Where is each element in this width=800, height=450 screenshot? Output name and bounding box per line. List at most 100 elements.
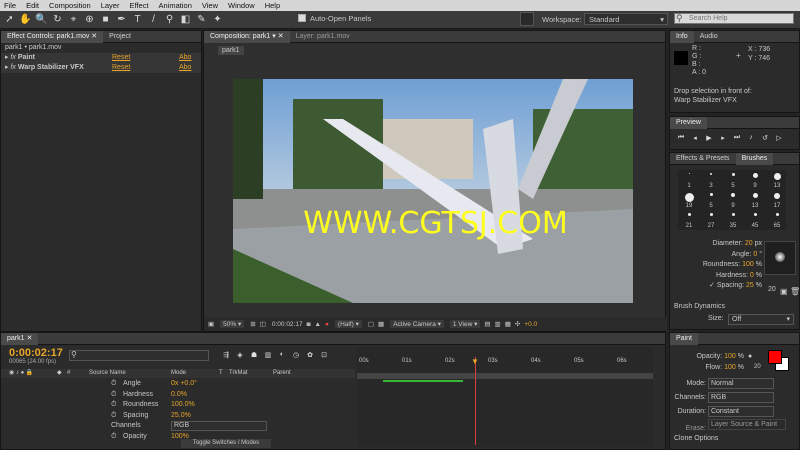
- opacity-row[interactable]: Opacity: 100 %: [674, 351, 744, 362]
- tab-layer[interactable]: Layer: park1.mov: [290, 31, 356, 43]
- rectangle-tool-icon[interactable]: ■: [99, 13, 112, 26]
- tab-info[interactable]: Info: [670, 30, 694, 43]
- video-frame[interactable]: [233, 79, 633, 303]
- diameter-value[interactable]: 20: [745, 240, 753, 247]
- tab-preview[interactable]: Preview: [670, 116, 707, 129]
- current-time-indicator[interactable]: [475, 357, 476, 445]
- pen-tool-icon[interactable]: ✒: [115, 13, 128, 26]
- play-icon[interactable]: ▶: [704, 134, 714, 142]
- duration-dropdown[interactable]: Constant: [707, 406, 774, 417]
- prev-frame-icon[interactable]: ◂: [690, 134, 700, 142]
- search-help-input[interactable]: [674, 13, 794, 24]
- camera-tool-icon[interactable]: ⌖: [67, 13, 80, 26]
- flow-row[interactable]: Flow: 100 %: [674, 362, 744, 373]
- brush-preset[interactable]: 3: [700, 170, 722, 190]
- col-t[interactable]: T: [219, 369, 223, 378]
- spacing-row[interactable]: ✓ Spacing: 25 %: [674, 281, 762, 292]
- property-row[interactable]: Channels RGB: [1, 421, 355, 432]
- angle-row[interactable]: Angle: 0 °: [674, 250, 762, 261]
- roundness-value[interactable]: 100: [742, 261, 754, 268]
- fx-icon[interactable]: fx: [10, 64, 15, 71]
- tab-effect-controls[interactable]: Effect Controls: park1.mov ✕: [1, 30, 104, 43]
- stopwatch-icon[interactable]: ⏱: [111, 432, 116, 442]
- tab-composition[interactable]: Composition: park1 ▾ ✕: [204, 30, 290, 43]
- audio-icon[interactable]: ♪: [746, 134, 756, 142]
- timeline-timecode[interactable]: 0:00:02:17: [9, 347, 63, 359]
- selection-tool-icon[interactable]: ➚: [3, 13, 16, 26]
- brush-preset[interactable]: 9: [744, 170, 766, 190]
- brush-preset[interactable]: 35: [722, 210, 744, 230]
- menu-item-file[interactable]: File: [4, 1, 16, 10]
- tab-timeline[interactable]: park1 ✕: [1, 332, 39, 345]
- auto-open-checkbox[interactable]: [298, 14, 306, 22]
- camera-dropdown[interactable]: Active Camera ▾: [390, 320, 444, 328]
- brush-tool-icon[interactable]: /: [147, 13, 160, 26]
- property-row[interactable]: ⏱ Angle 0x +0.0°: [1, 379, 355, 390]
- zoom-tool-icon[interactable]: 🔍: [35, 13, 48, 26]
- mask-icon[interactable]: ◫: [260, 320, 266, 328]
- tab-project[interactable]: Project: [103, 31, 137, 43]
- brush-preset[interactable]: 21: [678, 210, 700, 230]
- property-value[interactable]: 100.0%: [171, 400, 195, 410]
- motion-blur-icon[interactable]: ◐: [277, 351, 287, 359]
- flowchart-icon[interactable]: ✣: [515, 320, 520, 328]
- show-snapshot-icon[interactable]: ▲: [315, 321, 321, 328]
- grid-icon[interactable]: ⊞: [250, 320, 255, 328]
- timecode-display[interactable]: 0:00:02:17: [272, 321, 303, 328]
- brush-preset[interactable]: 1: [678, 170, 700, 190]
- fast-preview-icon[interactable]: ▥: [495, 320, 501, 328]
- pan-behind-tool-icon[interactable]: ⊕: [83, 13, 96, 26]
- angle-value[interactable]: 0: [753, 251, 757, 258]
- workspace-icon[interactable]: [520, 12, 534, 26]
- stopwatch-icon[interactable]: ⏱: [111, 379, 116, 389]
- menu-item-animation[interactable]: Animation: [159, 1, 192, 10]
- stopwatch-icon[interactable]: ⏱: [111, 390, 116, 400]
- property-row[interactable]: ⏱ Roundness 100.0%: [1, 400, 355, 411]
- roundness-row[interactable]: Roundness: 100 %: [674, 260, 762, 271]
- comp-subtab[interactable]: park1: [218, 46, 244, 55]
- roto-brush-tool-icon[interactable]: ✎: [195, 13, 208, 26]
- menu-item-view[interactable]: View: [202, 1, 218, 10]
- stopwatch-icon[interactable]: ⏱: [111, 400, 116, 410]
- last-frame-icon[interactable]: ⏭: [732, 134, 742, 142]
- expand-arrow-icon[interactable]: ▸: [5, 54, 9, 61]
- flow-value[interactable]: 100: [724, 364, 736, 371]
- col-mode[interactable]: Mode: [171, 369, 186, 378]
- property-row[interactable]: ⏱ Opacity 100%: [1, 432, 355, 443]
- fx-icon[interactable]: fx: [10, 54, 15, 61]
- effect-row-paint[interactable]: ▸ fx Paint Reset Abo: [1, 53, 201, 63]
- first-frame-icon[interactable]: ⏮: [676, 134, 686, 142]
- col-parent[interactable]: Parent: [273, 369, 291, 378]
- about-link[interactable]: Abo: [179, 63, 191, 73]
- graph-editor-icon[interactable]: ◷: [291, 351, 301, 359]
- property-value[interactable]: RGB: [171, 421, 267, 431]
- col-source-name[interactable]: Source Name: [89, 369, 126, 378]
- puppet-tool-icon[interactable]: ✦: [211, 13, 224, 26]
- reset-link[interactable]: Reset: [112, 53, 130, 63]
- hand-tool-icon[interactable]: ✋: [19, 13, 32, 26]
- shy-layers-icon[interactable]: ☗: [249, 351, 259, 359]
- channel-icon[interactable]: ●: [325, 321, 329, 328]
- next-frame-icon[interactable]: ▸: [718, 134, 728, 142]
- roi-icon[interactable]: ▢: [368, 320, 374, 328]
- workspace-dropdown[interactable]: Standard ▾: [584, 13, 668, 25]
- property-row[interactable]: ⏱ Hardness 0.0%: [1, 390, 355, 401]
- brush-preset[interactable]: 65: [766, 210, 788, 230]
- toggle-pixel-icon[interactable]: ▤: [484, 320, 490, 328]
- tab-audio[interactable]: Audio: [694, 31, 724, 43]
- diameter-row[interactable]: Diameter: 20 px: [674, 239, 762, 250]
- exposure-value[interactable]: +0.0: [524, 321, 537, 328]
- stopwatch-icon[interactable]: ⏱: [111, 411, 116, 421]
- foreground-color-swatch[interactable]: [768, 350, 782, 364]
- reset-link[interactable]: Reset: [112, 63, 130, 73]
- hardness-row[interactable]: Hardness: 0 %: [674, 271, 762, 282]
- brush-preset[interactable]: 5: [722, 170, 744, 190]
- zoom-dropdown[interactable]: 50% ▾: [220, 320, 245, 328]
- brush-preset[interactable]: 17: [766, 190, 788, 210]
- menu-item-layer[interactable]: Layer: [101, 1, 120, 10]
- frame-blending-icon[interactable]: ▥: [263, 351, 273, 359]
- playhead-icon[interactable]: ▼: [471, 357, 479, 366]
- brush-preset[interactable]: 13: [766, 170, 788, 190]
- brainstorm-icon[interactable]: ✿: [305, 351, 315, 359]
- draft-3d-icon[interactable]: ◈: [235, 351, 245, 359]
